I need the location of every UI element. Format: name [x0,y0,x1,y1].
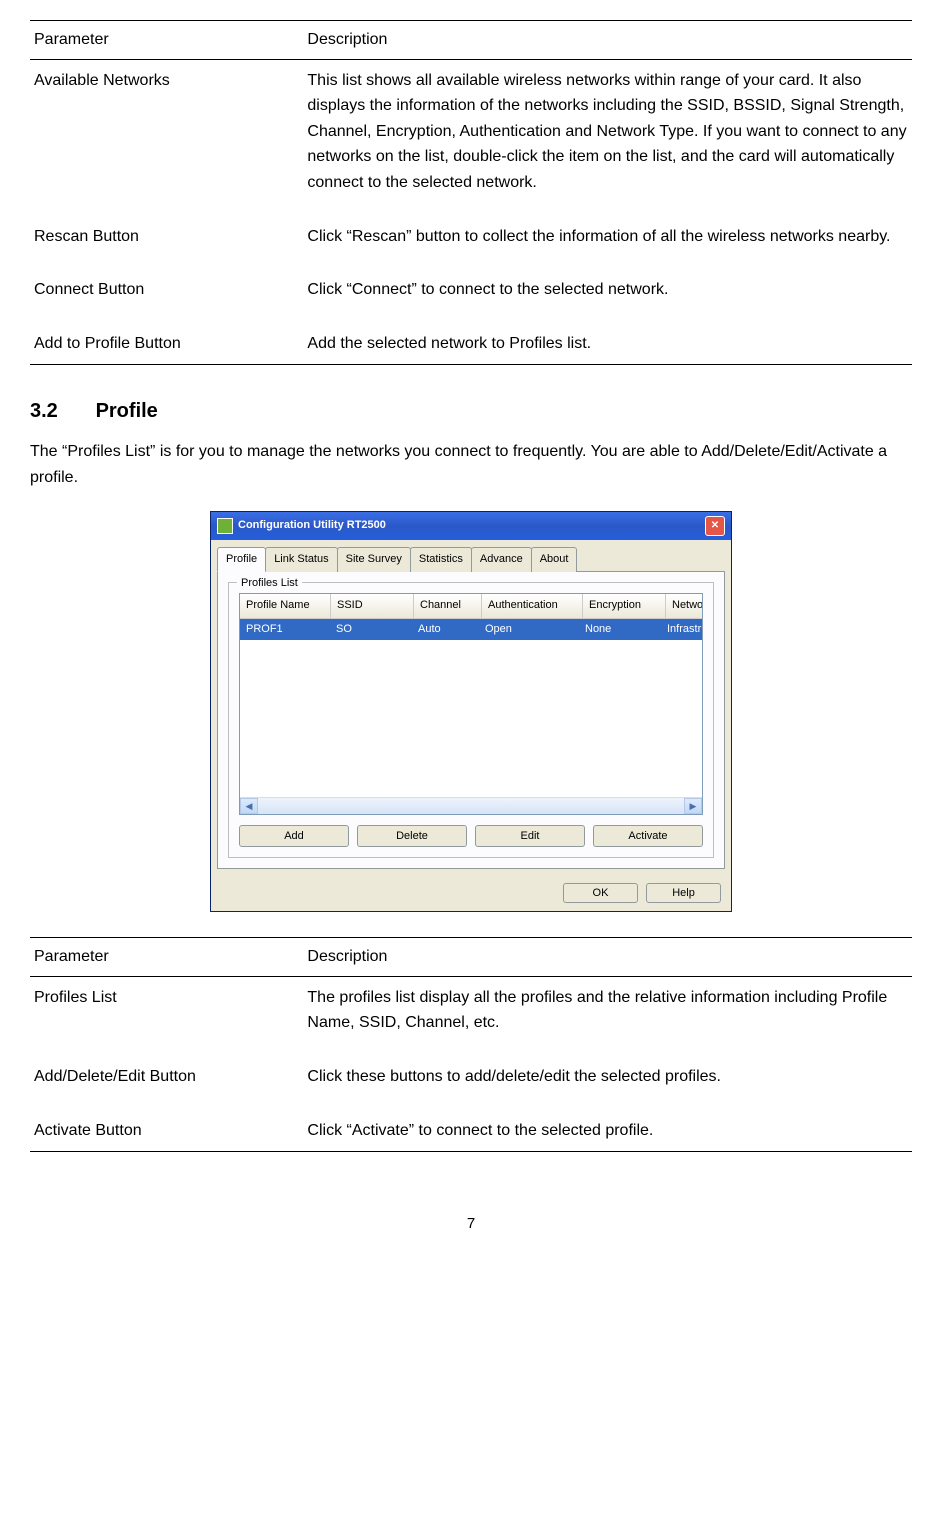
tab-strip: Profile Link Status Site Survey Statisti… [211,540,731,572]
col-encryption[interactable]: Encryption [583,594,666,618]
table-row: Add/Delete/Edit Button Click these butto… [30,1056,912,1110]
window-titlebar: Configuration Utility RT2500 ✕ [211,512,731,540]
col-authentication[interactable]: Authentication [482,594,583,618]
tab-profile[interactable]: Profile [217,547,266,573]
tab-link-status[interactable]: Link Status [265,547,337,573]
param-desc: Click “Activate” to connect to the selec… [303,1110,912,1152]
param-desc: Click these buttons to add/delete/edit t… [303,1056,912,1110]
table1-header-param: Parameter [30,21,303,60]
scroll-left-icon[interactable]: ◀ [240,798,258,814]
table-row: Available Networks This list shows all a… [30,59,912,215]
section-intro: The “Profiles List” is for you to manage… [30,439,912,490]
edit-button[interactable]: Edit [475,825,585,847]
param-desc: The profiles list display all the profil… [303,976,912,1056]
cell-ssid: SO [330,619,412,641]
profiles-groupbox: Profiles List Profile Name SSID Channel … [228,582,714,858]
action-button-row: Add Delete Edit Activate [239,825,703,847]
cell-profile-name: PROF1 [240,619,330,641]
param-name: Add/Delete/Edit Button [30,1056,303,1110]
config-window: Configuration Utility RT2500 ✕ Profile L… [210,511,732,913]
page-number: 7 [30,1212,912,1236]
cell-encryption: None [579,619,661,641]
parameter-table-1: Parameter Description Available Networks… [30,20,912,365]
scroll-right-icon[interactable]: ▶ [684,798,702,814]
col-channel[interactable]: Channel [414,594,482,618]
help-button[interactable]: Help [646,883,721,903]
profiles-list[interactable]: Profile Name SSID Channel Authentication… [239,593,703,815]
close-icon[interactable]: ✕ [705,516,725,536]
tab-panel: Profiles List Profile Name SSID Channel … [217,571,725,869]
tab-advance[interactable]: Advance [471,547,532,573]
horizontal-scrollbar[interactable]: ◀ ▶ [240,797,702,814]
table-row: Activate Button Click “Activate” to conn… [30,1110,912,1152]
col-profile-name[interactable]: Profile Name [240,594,331,618]
cell-network-type: Infrastrucure [661,619,702,641]
section-number: 3.2 [30,395,90,427]
param-desc: This list shows all available wireless n… [303,59,912,215]
table2-header-desc: Description [303,938,912,977]
param-name: Profiles List [30,976,303,1056]
parameter-table-2: Parameter Description Profiles List The … [30,937,912,1152]
param-name: Add to Profile Button [30,323,303,365]
section-heading: 3.2 Profile [30,395,912,427]
section-title: Profile [96,400,158,422]
param-name: Rescan Button [30,216,303,270]
list-header: Profile Name SSID Channel Authentication… [240,594,702,619]
param-desc: Add the selected network to Profiles lis… [303,323,912,365]
add-button[interactable]: Add [239,825,349,847]
col-network-type[interactable]: Network Type [666,594,702,618]
tab-site-survey[interactable]: Site Survey [337,547,411,573]
tab-about[interactable]: About [531,547,578,573]
window-title: Configuration Utility RT2500 [238,517,386,535]
groupbox-title: Profiles List [237,575,302,593]
param-name: Available Networks [30,59,303,215]
table-row: Rescan Button Click “Rescan” button to c… [30,216,912,270]
table-row: Add to Profile Button Add the selected n… [30,323,912,365]
tab-statistics[interactable]: Statistics [410,547,472,573]
param-desc: Click “Connect” to connect to the select… [303,269,912,323]
table-row: Profiles List The profiles list display … [30,976,912,1056]
param-desc: Click “Rescan” button to collect the inf… [303,216,912,270]
table-row: Connect Button Click “Connect” to connec… [30,269,912,323]
app-icon [217,518,233,534]
dialog-button-row: OK Help [211,875,731,911]
activate-button[interactable]: Activate [593,825,703,847]
cell-authentication: Open [479,619,579,641]
ok-button[interactable]: OK [563,883,638,903]
list-item[interactable]: PROF1 SO Auto Open None Infrastrucure [240,619,702,641]
param-name: Connect Button [30,269,303,323]
delete-button[interactable]: Delete [357,825,467,847]
param-name: Activate Button [30,1110,303,1152]
screenshot-container: Configuration Utility RT2500 ✕ Profile L… [30,511,912,913]
cell-channel: Auto [412,619,479,641]
table2-header-param: Parameter [30,938,303,977]
col-ssid[interactable]: SSID [331,594,414,618]
scroll-track[interactable] [258,798,684,814]
table1-header-desc: Description [303,21,912,60]
